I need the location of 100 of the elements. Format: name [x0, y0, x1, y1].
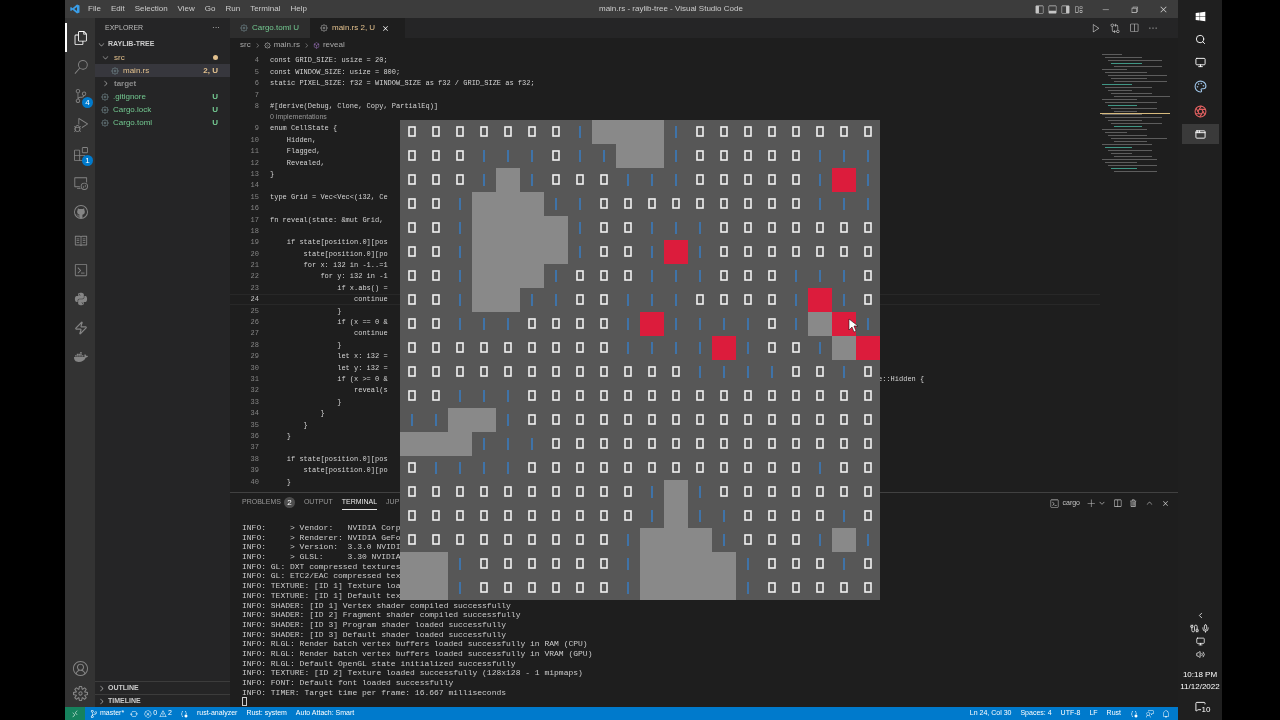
menu-item[interactable]: Help: [290, 3, 307, 15]
window-icon: [1194, 128, 1206, 140]
file-name: src: [114, 51, 125, 64]
network-icon[interactable]: [1195, 637, 1205, 646]
palette-icon[interactable]: [1193, 80, 1207, 93]
task-view-icon[interactable]: [1194, 57, 1206, 68]
feedback-icon[interactable]: [1146, 709, 1154, 718]
terminal-line: INFO: SHADER: [ID 2] Fragment shader compiled successfully: [242, 610, 522, 620]
gear-icon: [101, 105, 109, 114]
menu-item[interactable]: Go: [204, 3, 216, 15]
breadcrumb-item[interactable]: main.rs: [273, 39, 300, 51]
file-tree-item[interactable]: .gitignore U: [95, 90, 230, 103]
file-tree-item[interactable]: main.rs 2, U: [95, 64, 230, 77]
terminal-line: INFO: RLGL: Render batch vertex buffers loaded successfully in RAM (CPU): [242, 639, 589, 649]
file-name: main.rs: [123, 64, 150, 77]
account-icon[interactable]: [72, 661, 88, 676]
gear-icon: [240, 24, 248, 32]
volume-icon[interactable]: [1195, 650, 1205, 659]
menu-item[interactable]: Run: [225, 3, 241, 15]
terminal-line: INFO: SHADER: [ID 3] Default shader loaded successfully: [242, 629, 508, 640]
window-title: main.rs - raylib-tree - Visual Studio Code: [598, 3, 743, 15]
menu-item[interactable]: Selection: [134, 3, 168, 15]
search-icon[interactable]: [1194, 34, 1206, 45]
activity-bar-item[interactable]: 1: [65, 139, 95, 168]
recorder-icon[interactable]: [1193, 105, 1207, 118]
menu-item[interactable]: View: [177, 3, 195, 15]
terminal-line: INFO: TEXTURE: [ID 1] Default tex: [242, 590, 402, 601]
terminal-line: INFO: GL: DXT compressed textures: [242, 561, 402, 572]
file-tree-item[interactable]: Cargo.lock U: [95, 103, 230, 116]
sync-icon[interactable]: [130, 709, 139, 718]
terminal-line: INFO: GL: ETC2/EAC compressed tex: [242, 571, 402, 582]
file-tree-item[interactable]: Cargo.toml U: [95, 116, 230, 129]
file-name: Cargo.lock: [113, 103, 152, 116]
split-terminal-icon[interactable]: [1113, 498, 1122, 508]
close-icon[interactable]: [1159, 4, 1168, 14]
remote-icon: [71, 709, 79, 718]
file-tree-item[interactable]: src: [95, 51, 230, 64]
tab-label: Cargo.toml U: [252, 22, 300, 34]
github-icon: [74, 204, 88, 219]
split-editor-icon[interactable]: [1129, 23, 1139, 33]
close-icon[interactable]: [381, 23, 391, 33]
git-status: 2, U: [203, 64, 218, 77]
gear-icon: [320, 24, 328, 32]
bell-icon[interactable]: [1162, 709, 1170, 718]
file-name: .gitignore: [113, 90, 146, 103]
badge: 4: [82, 97, 93, 108]
breadcrumb-item[interactable]: reveal: [322, 39, 345, 51]
clock-time[interactable]: 10:18 PM: [1182, 669, 1218, 681]
plug-icon[interactable]: [1190, 624, 1199, 633]
more-actions-button[interactable]: ···: [212, 22, 220, 34]
windows-logo-icon[interactable]: [1194, 11, 1206, 22]
run-icon[interactable]: [1091, 23, 1101, 33]
git-status: U: [212, 90, 218, 103]
terminal-line: INFO: > Version: 3.3.0 NVIDI: [242, 542, 402, 553]
add-icon[interactable]: [1087, 498, 1096, 508]
branch-icon: [90, 709, 98, 718]
app-logo-icon: [70, 4, 80, 14]
terminal-cursor-icon: [242, 697, 247, 707]
editor-tab[interactable]: main.rs 2, U: [310, 18, 405, 38]
layout-icon[interactable]: [1074, 4, 1083, 14]
gear-icon: [101, 118, 109, 127]
microphone-icon[interactable]: [1201, 624, 1210, 633]
compare-icon[interactable]: [1110, 23, 1120, 33]
remote-explorer-icon: [74, 175, 88, 190]
run-debug-icon: [74, 117, 88, 132]
close-icon[interactable]: [1161, 498, 1170, 508]
file-tree-item[interactable]: target: [95, 77, 230, 90]
method-icon: [312, 41, 320, 49]
terminal-line: INFO: > GLSL: 3.30 NVIDIA: [242, 552, 402, 562]
trash-icon[interactable]: [1129, 498, 1138, 508]
editor-tab[interactable]: Cargo.toml U: [230, 18, 310, 38]
gear-icon: [111, 66, 119, 75]
gear-icon: [263, 41, 271, 49]
braces-icon[interactable]: [1130, 709, 1138, 718]
extensions-icon: [74, 146, 88, 161]
menu-item[interactable]: Edit: [110, 3, 125, 15]
menu-item[interactable]: File: [88, 3, 101, 15]
git-status: U: [212, 103, 218, 116]
menu-item[interactable]: Terminal: [250, 3, 281, 15]
gear-icon: [101, 92, 109, 101]
terminal-icon: [74, 262, 88, 277]
terminal-line: INFO: TEXTURE: [ID 1] Texture loa: [242, 581, 402, 591]
activity-bar-item[interactable]: 4: [65, 81, 95, 110]
minesweeper-board-drawing[interactable]: [400, 120, 880, 600]
notebook-icon: [74, 233, 88, 248]
terminal-line: INFO: RLGL: Render batch vertex buffers loaded successfully in VRAM (GPU): [242, 648, 594, 659]
breadcrumb-item[interactable]: src: [240, 39, 251, 51]
source-control-icon: [74, 88, 88, 103]
python-icon: [74, 291, 88, 306]
terminal-line: INFO: > Vendor: NVIDIA Corp: [242, 523, 402, 533]
restore-icon[interactable]: [1130, 4, 1139, 14]
taskbar-app-button[interactable]: [1181, 124, 1219, 144]
git-status: U: [212, 116, 218, 129]
error-icon: [144, 709, 153, 718]
badge: 1: [82, 155, 93, 166]
settings-icon[interactable]: [72, 686, 88, 701]
clock-date[interactable]: 11/12/2022: [1180, 681, 1220, 693]
terminal-line: INFO: FONT: Default font loaded successfully: [242, 678, 455, 688]
terminal-line: INFO: > Renderer: NVIDIA GeFo: [242, 532, 402, 543]
terminal-line: INFO: TIMER: Target time per frame: 16.667 milliseconds: [242, 687, 508, 698]
